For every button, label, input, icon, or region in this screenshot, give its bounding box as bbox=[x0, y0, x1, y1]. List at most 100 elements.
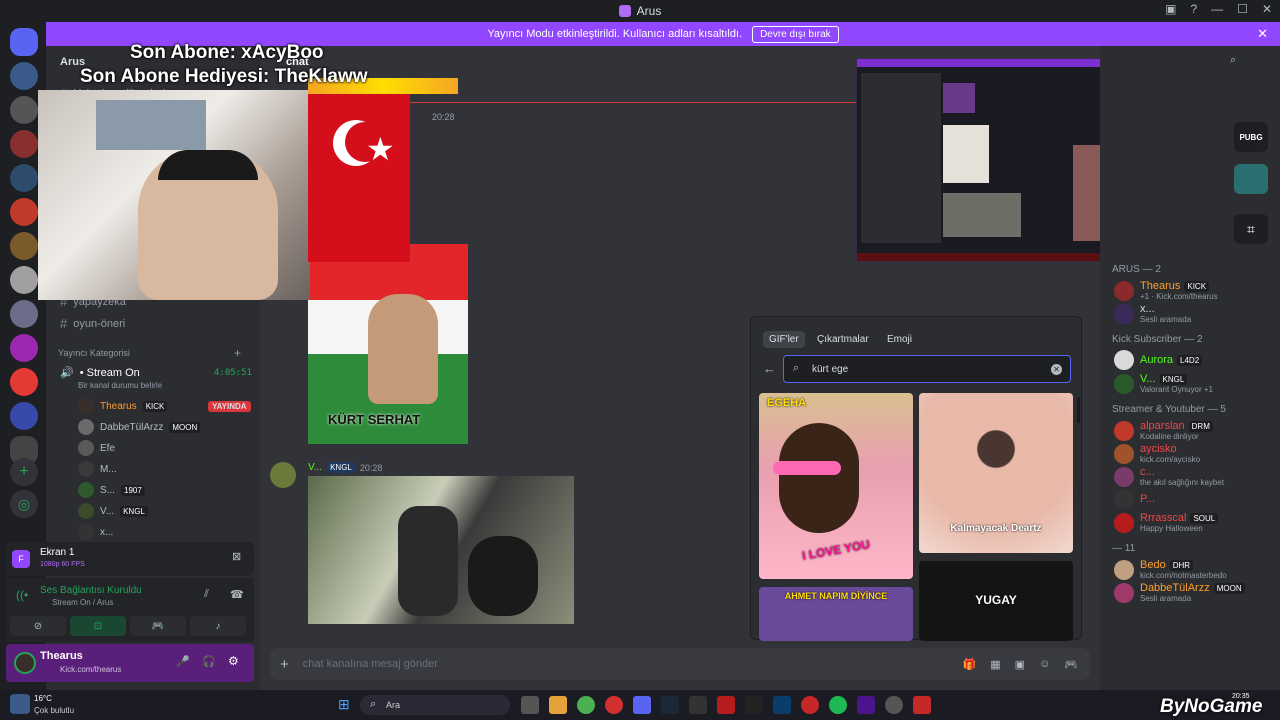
app-icon[interactable] bbox=[913, 696, 931, 714]
noise-suppression-icon[interactable]: ⫽ bbox=[204, 588, 209, 601]
search-icon[interactable]: ⌕ bbox=[1230, 54, 1236, 67]
camera-off-button[interactable]: ⊘ bbox=[10, 616, 66, 636]
app-icon[interactable] bbox=[689, 696, 707, 714]
microphone-icon[interactable]: 🎤 bbox=[176, 655, 190, 668]
voice-connection-status[interactable]: Ses Bağlantısı Kuruldu bbox=[40, 585, 142, 596]
voice-user[interactable]: Efe bbox=[78, 440, 115, 456]
close-banner-icon[interactable]: ✕ bbox=[1257, 26, 1268, 42]
voice-user[interactable]: V... KNGL bbox=[78, 503, 148, 519]
voice-status[interactable]: Bir kanal durumu belirle bbox=[78, 381, 162, 390]
minimize-button[interactable]: — bbox=[1211, 2, 1223, 16]
voice-user[interactable]: x... bbox=[78, 524, 113, 540]
voice-connection-channel[interactable]: Stream On / Arus bbox=[52, 598, 113, 607]
activity-icon[interactable] bbox=[1234, 164, 1268, 194]
windows-start-icon[interactable]: ⊞ bbox=[338, 696, 350, 713]
server-icon[interactable] bbox=[10, 96, 38, 124]
game-activity-icon[interactable]: ⌗ bbox=[1234, 214, 1268, 244]
gif-search-input[interactable]: ⌕ kürt ege ✕ bbox=[783, 355, 1071, 383]
app-icon[interactable] bbox=[857, 696, 875, 714]
message-video[interactable] bbox=[308, 476, 574, 624]
create-channel-icon[interactable]: + bbox=[234, 346, 241, 360]
explore-icon[interactable]: ◎ bbox=[10, 490, 38, 518]
stop-share-icon[interactable]: ⊠ bbox=[232, 550, 241, 563]
app-icon[interactable] bbox=[717, 696, 735, 714]
voice-user[interactable]: S... 1907 bbox=[78, 482, 145, 498]
gif-result[interactable]: Kalmayacak Deartz bbox=[919, 393, 1073, 553]
weather-icon[interactable] bbox=[10, 694, 30, 714]
task-view-icon[interactable] bbox=[521, 696, 539, 714]
opera-icon[interactable] bbox=[605, 696, 623, 714]
member-item[interactable]: Rrrasscal SOUL Happy Halloween bbox=[1114, 512, 1219, 533]
message-input[interactable]: chat kanalına mesaj gönder bbox=[303, 658, 438, 670]
app-icon[interactable] bbox=[885, 696, 903, 714]
server-icon[interactable] bbox=[10, 334, 38, 362]
direct-messages-icon[interactable] bbox=[10, 28, 38, 56]
member-item[interactable]: alparslan DRM Kodaline dinliyor bbox=[1114, 420, 1213, 441]
screen-share-button[interactable]: ⊡ bbox=[70, 616, 126, 636]
headphones-icon[interactable]: 🎧 bbox=[202, 655, 216, 668]
settings-gear-icon[interactable]: ⚙ bbox=[228, 654, 239, 668]
avatar[interactable] bbox=[270, 462, 296, 488]
voice-user[interactable]: Thearus KICK YAYINDA bbox=[78, 398, 251, 414]
member-item[interactable]: P... bbox=[1114, 489, 1155, 509]
server-icon[interactable] bbox=[10, 198, 38, 226]
member-item[interactable]: Aurora L4D2 bbox=[1114, 350, 1203, 370]
epic-games-icon[interactable] bbox=[745, 696, 763, 714]
inbox-icon[interactable]: ▣ bbox=[1165, 2, 1176, 16]
taskbar-search[interactable]: ⌕ Ara bbox=[360, 695, 510, 715]
sticker-icon[interactable]: ▣ bbox=[1015, 658, 1025, 671]
disable-streamer-mode-button[interactable]: Devre dışı bırak bbox=[752, 25, 839, 43]
server-icon[interactable] bbox=[10, 368, 38, 396]
voice-channel-stream-on[interactable]: 🔊 • Stream On bbox=[60, 366, 140, 380]
voice-user[interactable]: DabbeTülArzz MOON bbox=[78, 419, 201, 435]
category-yayinci[interactable]: Yayıncı Kategorisi bbox=[58, 348, 130, 358]
message-image[interactable]: KÜRT SERHAT bbox=[308, 244, 468, 444]
server-icon[interactable] bbox=[10, 164, 38, 192]
photoshop-icon[interactable] bbox=[773, 696, 791, 714]
member-item[interactable]: aycisko kick.com/aycisko bbox=[1114, 443, 1200, 464]
member-item[interactable]: V... KNGL Valorant Oynuyor +1 bbox=[1114, 373, 1213, 394]
app-icon[interactable] bbox=[801, 696, 819, 714]
add-attachment-icon[interactable]: + bbox=[280, 656, 289, 673]
close-window-button[interactable]: ✕ bbox=[1262, 2, 1272, 16]
scrollbar[interactable] bbox=[1077, 397, 1080, 423]
file-explorer-icon[interactable] bbox=[549, 696, 567, 714]
apps-icon[interactable]: 🎮 bbox=[1064, 658, 1078, 671]
channel-oyun-oneri[interactable]: # oyun-öneri bbox=[60, 316, 125, 331]
pubg-activity-icon[interactable]: PUBG bbox=[1234, 122, 1268, 152]
server-icon[interactable] bbox=[10, 62, 38, 90]
emoji-icon[interactable]: ☺ bbox=[1039, 658, 1050, 671]
server-icon[interactable] bbox=[10, 130, 38, 158]
message-author[interactable]: V... KNGL 20:28 bbox=[308, 462, 382, 473]
member-item[interactable]: Bedo DHR kick.com/notmasterbedo bbox=[1114, 559, 1227, 580]
chrome-icon[interactable] bbox=[577, 696, 595, 714]
server-icon[interactable] bbox=[10, 300, 38, 328]
member-item[interactable]: x... Sesli aramada bbox=[1114, 303, 1191, 324]
soundboard-button[interactable]: ♪ bbox=[190, 616, 246, 636]
weather-desc[interactable]: Çok bulutlu bbox=[34, 706, 74, 715]
user-panel-name[interactable]: Thearus bbox=[40, 650, 83, 662]
server-icon[interactable] bbox=[10, 402, 38, 430]
gif-result[interactable]: AHMET NAPIM DİYİNCE bbox=[759, 587, 913, 641]
discord-icon[interactable] bbox=[633, 696, 651, 714]
gift-icon[interactable]: 🎁 bbox=[963, 658, 977, 671]
weather-temp[interactable]: 16°C bbox=[34, 694, 52, 703]
activities-button[interactable]: 🎮 bbox=[130, 616, 186, 636]
message-composer[interactable]: + chat kanalına mesaj gönder 🎁 ▦ ▣ ☺ 🎮 bbox=[270, 648, 1090, 680]
maximize-button[interactable]: ☐ bbox=[1237, 2, 1248, 16]
member-item[interactable]: c... the akıl sağlığını kaybet bbox=[1114, 466, 1224, 487]
tab-gifs[interactable]: GIF'ler bbox=[763, 331, 805, 348]
gif-result[interactable]: YUGAY bbox=[919, 561, 1073, 641]
spotify-icon[interactable] bbox=[829, 696, 847, 714]
clear-search-icon[interactable]: ✕ bbox=[1051, 364, 1062, 375]
back-arrow-icon[interactable]: ← bbox=[763, 361, 776, 376]
help-icon[interactable]: ? bbox=[1190, 2, 1197, 16]
gif-icon[interactable]: ▦ bbox=[990, 658, 1000, 671]
server-icon[interactable] bbox=[10, 232, 38, 260]
gif-result[interactable]: EGEHA I LOVE YOU bbox=[759, 393, 913, 579]
member-item[interactable]: DabbeTülArzz MOON Sesli aramada bbox=[1114, 582, 1245, 603]
tab-emoji[interactable]: Emoji bbox=[881, 331, 918, 348]
tab-stickers[interactable]: Çıkartmalar bbox=[811, 331, 875, 348]
disconnect-icon[interactable]: ☎ bbox=[230, 588, 244, 601]
member-item[interactable]: Thearus KICK +1 · Kick.com/thearus bbox=[1114, 280, 1218, 301]
